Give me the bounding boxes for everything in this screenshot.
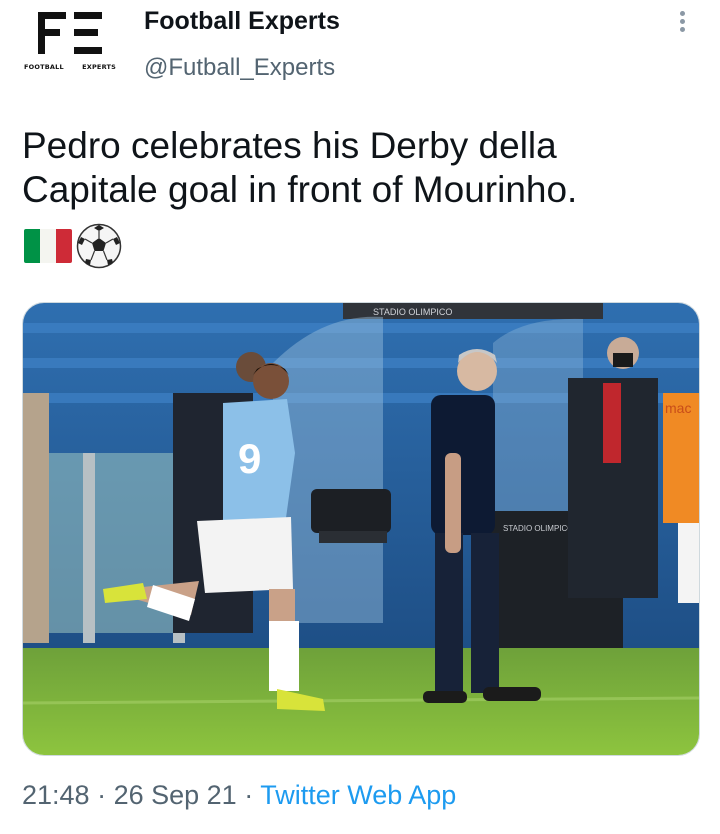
tweet-header: FOOTBALL EXPERTS Football Experts @Futba… — [0, 0, 720, 110]
tweet-photo[interactable]: STADIO OLIMPICO STADIO OLIMPICO mac 9 — [22, 302, 700, 756]
stadium-photo-image: STADIO OLIMPICO STADIO OLIMPICO mac 9 — [23, 303, 699, 755]
avatar-caption-right: EXPERTS — [82, 63, 116, 71]
side-shirt-text: mac — [665, 400, 691, 416]
italy-flag-emoji — [24, 229, 72, 263]
tweet-source-app-link[interactable]: Twitter Web App — [260, 780, 456, 810]
tweet-meta: 21:48 · 26 Sep 21 · Twitter Web App — [22, 780, 456, 811]
avatar-caption-left: FOOTBALL — [24, 63, 64, 71]
fe-logo-icon — [38, 12, 102, 54]
more-options-icon[interactable] — [672, 8, 692, 38]
avatar[interactable]: FOOTBALL EXPERTS — [24, 6, 116, 78]
dugout-sign-text: STADIO OLIMPICO — [503, 524, 574, 533]
stadium-banner-text: STADIO OLIMPICO — [373, 307, 452, 317]
avatar-caption: FOOTBALL EXPERTS — [24, 63, 116, 71]
tweet-text: Pedro celebrates his Derby della Capital… — [22, 125, 578, 210]
meta-separator: · — [236, 780, 261, 810]
shirt-number: 9 — [238, 435, 261, 482]
emoji-row — [24, 222, 122, 270]
author-handle[interactable]: @Futball_Experts — [144, 54, 335, 82]
author-display-name[interactable]: Football Experts — [144, 7, 340, 36]
meta-separator: · — [89, 780, 114, 810]
tweet-date[interactable]: 26 Sep 21 — [114, 780, 237, 810]
soccer-ball-emoji — [76, 223, 122, 269]
tweet-time[interactable]: 21:48 — [22, 780, 90, 810]
